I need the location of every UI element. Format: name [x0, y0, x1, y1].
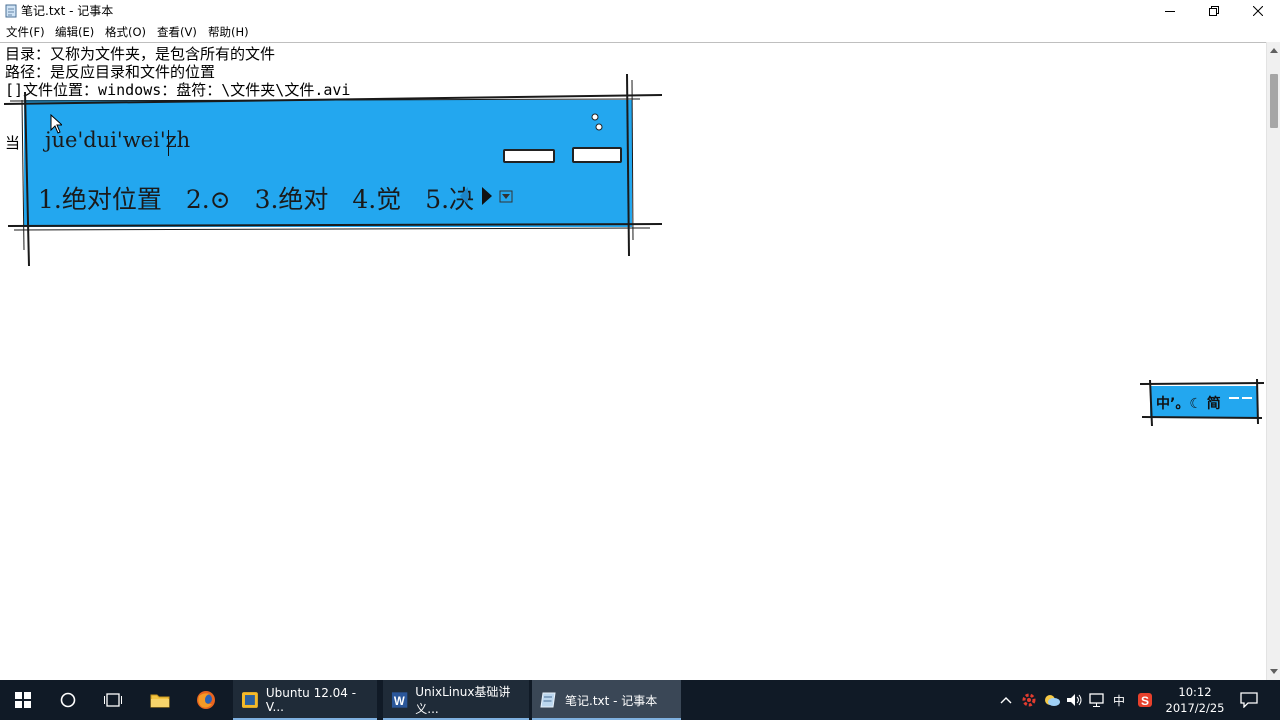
- task-label: 笔记.txt - 记事本: [565, 693, 658, 708]
- window-title: 笔记.txt - 记事本: [21, 4, 114, 18]
- notepad-app-icon: [5, 4, 17, 18]
- menu-format[interactable]: 格式(O): [105, 25, 146, 39]
- restore-button[interactable]: [1192, 0, 1236, 22]
- notepad-icon: [540, 692, 556, 708]
- cloud-icon: [1045, 695, 1060, 706]
- gear-icon: [1022, 693, 1036, 707]
- action-center-button[interactable]: [1234, 680, 1264, 720]
- sogou-s-icon: S: [1138, 693, 1152, 708]
- menu-help[interactable]: 帮助(H): [208, 25, 249, 39]
- task-label: UnixLinux基础讲义...: [415, 685, 511, 716]
- network-button[interactable]: [1087, 680, 1109, 720]
- svg-text:W: W: [394, 696, 405, 708]
- volume-button[interactable]: [1064, 680, 1086, 720]
- minimize-icon: [1165, 11, 1175, 12]
- clock-date: 2017/2/25: [1165, 701, 1225, 715]
- firefox-icon: [197, 691, 215, 709]
- minimize-button[interactable]: [1148, 0, 1192, 22]
- scroll-up-arrow-icon[interactable]: [1270, 48, 1278, 53]
- title-bar: 笔记.txt - 记事本: [0, 0, 1280, 22]
- task-view-button[interactable]: [90, 680, 136, 720]
- text-line: 目录：又称为文件夹，是包含所有的文件: [5, 45, 276, 63]
- tray-app-button[interactable]: [1018, 680, 1040, 720]
- clock-time: 10:12: [1178, 685, 1212, 699]
- speaker-icon: [1067, 694, 1082, 706]
- task-word-document[interactable]: W UnixLinux基础讲义...: [383, 680, 529, 720]
- restore-icon: [1209, 6, 1219, 16]
- system-clock[interactable]: 10:12 2017/2/25: [1160, 684, 1230, 716]
- word-icon: W: [391, 692, 408, 708]
- ime-indicator[interactable]: 中: [1109, 680, 1129, 720]
- menu-bar: 文件(F) 编辑(E) 格式(O) 查看(V) 帮助(H): [0, 22, 1280, 42]
- tray-sogou-button[interactable]: S: [1133, 680, 1157, 720]
- task-notepad[interactable]: 笔记.txt - 记事本: [532, 680, 681, 720]
- firefox-button[interactable]: [183, 680, 229, 720]
- close-button[interactable]: [1236, 0, 1280, 22]
- start-button[interactable]: [0, 680, 46, 720]
- close-icon: [1253, 6, 1263, 16]
- svg-text:S: S: [1141, 694, 1149, 708]
- ime-window-border-sketch: [3, 73, 663, 267]
- network-icon: [1089, 693, 1104, 707]
- windows-logo-icon: [15, 692, 31, 708]
- scroll-thumb[interactable]: [1270, 74, 1278, 128]
- task-ubuntu[interactable]: Ubuntu 12.04 - V...: [233, 680, 377, 720]
- menu-view[interactable]: 查看(V): [157, 25, 197, 39]
- task-view-icon: [104, 693, 122, 707]
- task-label: Ubuntu 12.04 - V...: [265, 686, 357, 714]
- chevron-up-icon: [1000, 697, 1012, 704]
- file-explorer-button[interactable]: [137, 680, 183, 720]
- menu-edit[interactable]: 编辑(E): [55, 25, 94, 39]
- vertical-scrollbar[interactable]: [1266, 42, 1280, 680]
- ime-status-border-sketch: [1139, 378, 1265, 427]
- mouse-cursor-icon: [50, 114, 62, 134]
- menu-file[interactable]: 文件(F): [6, 25, 45, 39]
- search-button[interactable]: [45, 680, 91, 720]
- taskbar: Ubuntu 12.04 - V... W UnixLinux基础讲义... 笔…: [0, 680, 1280, 720]
- ime-indicator-label: 中: [1112, 693, 1125, 708]
- show-hidden-icons-button[interactable]: [996, 680, 1016, 720]
- tray-cloud-button[interactable]: [1041, 680, 1063, 720]
- scroll-down-arrow-icon[interactable]: [1270, 669, 1278, 674]
- virtualbox-icon: [241, 692, 258, 708]
- notification-icon: [1240, 692, 1258, 708]
- cortana-search-icon: [60, 692, 76, 708]
- folder-icon: [150, 694, 170, 708]
